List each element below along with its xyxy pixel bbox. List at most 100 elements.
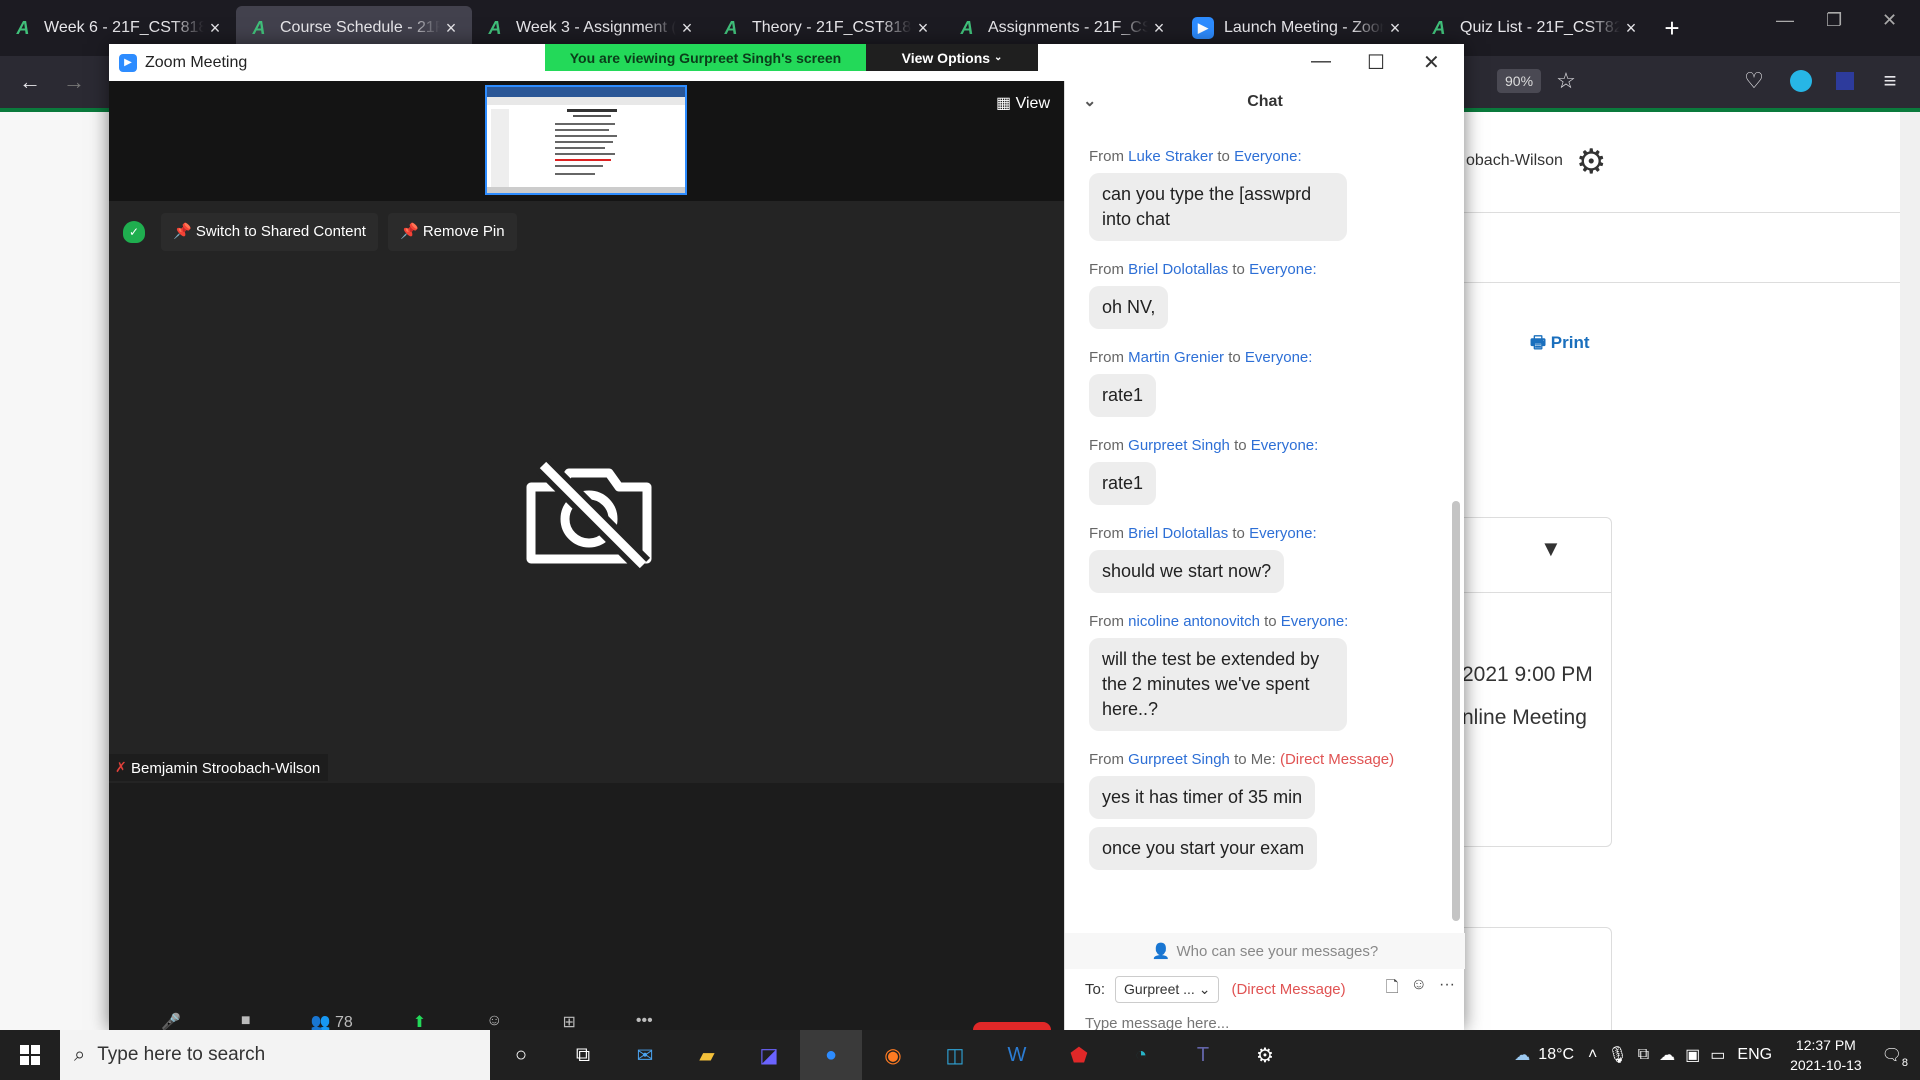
print-button[interactable]: 🖶 Print <box>1530 330 1590 359</box>
minimize-icon[interactable]: — <box>1776 10 1794 31</box>
cortana-icon[interactable]: ○ <box>490 1030 552 1080</box>
participants-button[interactable]: 👥 78 <box>311 1012 353 1031</box>
emoji-icon[interactable]: ☺ <box>1411 976 1427 1003</box>
close-tab-icon[interactable]: × <box>1620 18 1642 39</box>
message-bubble[interactable]: rate1 <box>1089 462 1157 505</box>
taskbar-search-box[interactable]: ⌕ Type here to search <box>60 1030 490 1080</box>
grid-icon: ▦ <box>996 95 1012 112</box>
zoom-app-icon[interactable]: ● <box>800 1030 862 1080</box>
more-icon[interactable]: ••• <box>636 1012 653 1030</box>
mcafee-icon[interactable]: ⬟ <box>1048 1030 1110 1080</box>
account-avatar-icon[interactable] <box>1790 70 1812 92</box>
chevron-down-icon[interactable]: ▼ <box>1540 536 1562 562</box>
sender-name[interactable]: Luke Straker <box>1128 148 1213 165</box>
zoom-minimize-icon[interactable]: — <box>1311 50 1331 73</box>
windows-logo-icon <box>20 1045 40 1065</box>
bookmark-star-icon[interactable]: ☆ <box>1544 68 1588 94</box>
firefox-icon[interactable]: ◉ <box>862 1030 924 1080</box>
weather-cloud-icon[interactable]: ☁ <box>1514 1045 1530 1065</box>
chevron-down-icon[interactable]: ⌄ <box>1083 91 1096 111</box>
printer-icon: 🖶 <box>1530 333 1547 352</box>
edge-icon[interactable]: ◔ <box>1110 1030 1172 1080</box>
message-bubble[interactable]: rate1 <box>1089 374 1157 417</box>
sender-name[interactable]: Briel Dolotallas <box>1128 525 1228 542</box>
zoom-level-badge[interactable]: 90% <box>1497 69 1542 93</box>
extension-icon[interactable] <box>1836 72 1854 90</box>
tray-chevron-icon[interactable]: ˄ <box>1588 1046 1597 1064</box>
message-bubble[interactable]: oh NV, <box>1089 286 1169 329</box>
word-icon[interactable]: W <box>986 1030 1048 1080</box>
task-view-icon[interactable]: ⧉ <box>552 1030 614 1080</box>
menu-icon[interactable]: ≡ <box>1868 68 1912 94</box>
message-bubble[interactable]: should we start now? <box>1089 550 1285 593</box>
view-options-button[interactable]: View Options ⌄ <box>866 44 1038 71</box>
teams-icon[interactable]: T <box>1172 1030 1234 1080</box>
virtualbox-icon[interactable]: ◫ <box>924 1030 986 1080</box>
close-tab-icon[interactable]: × <box>204 18 226 39</box>
message-sender-line: From nicoline antonovitch to Everyone: <box>1089 613 1439 630</box>
system-tray: ☁ 18°C ˄ 🎙 ⧉ ☁ ▣ ▭ ENG 12:37 PM 2021-10-… <box>1514 1030 1920 1080</box>
share-screen-icon[interactable]: ⬆ <box>413 1012 426 1031</box>
forward-arrow-icon[interactable]: → <box>52 69 96 95</box>
mail-icon[interactable]: ✉ <box>614 1030 676 1080</box>
more-options-icon[interactable]: ··· <box>1439 976 1455 1003</box>
language-indicator[interactable]: ENG <box>1737 1046 1772 1064</box>
file-explorer-icon[interactable]: ▰ <box>676 1030 738 1080</box>
message-bubble[interactable]: yes it has timer of 35 min <box>1089 776 1316 819</box>
battery-icon[interactable]: ▭ <box>1710 1045 1725 1065</box>
start-button[interactable] <box>0 1030 60 1080</box>
user-name[interactable]: obach-Wilson <box>1466 152 1563 170</box>
new-tab-button[interactable]: + <box>1652 13 1692 44</box>
chat-scrollbar[interactable] <box>1452 501 1460 921</box>
close-tab-icon[interactable]: × <box>440 18 462 39</box>
notifications-icon[interactable]: 🗨 8 <box>1882 1045 1908 1069</box>
zoom-close-icon[interactable]: ✕ <box>1423 50 1440 75</box>
display-icon[interactable]: ▣ <box>1685 1045 1700 1065</box>
tab-label: Quiz List - 21F_CST8207 <box>1460 19 1620 36</box>
zoom-maximize-icon[interactable]: ☐ <box>1367 50 1385 75</box>
recipient-label: Everyone: <box>1249 261 1317 278</box>
temperature[interactable]: 18°C <box>1538 1046 1574 1064</box>
security-shield-icon[interactable]: ✓ <box>123 221 145 243</box>
restore-icon[interactable]: ❐ <box>1826 10 1842 31</box>
page-scrollbar[interactable] <box>1900 112 1920 1030</box>
sender-name[interactable]: Martin Grenier <box>1128 349 1224 366</box>
settings-gear-icon[interactable]: ⚙ <box>1576 142 1606 182</box>
network-icon[interactable]: ⧉ <box>1638 1046 1649 1064</box>
who-can-see-link[interactable]: 👤 Who can see your messages? <box>1065 933 1465 969</box>
message-bubble[interactable]: can you type the [asswprd into chat <box>1089 173 1347 241</box>
recipient-label: Everyone: <box>1244 349 1313 366</box>
mute-icon[interactable]: 🎤 <box>161 1012 181 1031</box>
clock[interactable]: 12:37 PM 2021-10-13 <box>1790 1035 1862 1075</box>
pocket-icon[interactable]: ♡ <box>1732 68 1776 94</box>
switch-to-shared-content-button[interactable]: 📌 Switch to Shared Content <box>161 213 378 251</box>
remove-pin-button[interactable]: 📌 Remove Pin <box>387 213 517 251</box>
view-button[interactable]: ▦ View <box>996 93 1050 113</box>
settings-icon[interactable]: ⚙ <box>1234 1030 1296 1080</box>
recipient-dropdown[interactable]: Gurpreet ... ⌄ <box>1115 975 1220 1003</box>
microphone-icon[interactable]: 🎙 <box>1607 1045 1627 1065</box>
close-tab-icon[interactable]: × <box>912 18 934 39</box>
sender-name[interactable]: Briel Dolotallas <box>1128 261 1228 278</box>
video-icon[interactable]: ■ <box>241 1012 251 1030</box>
file-icon[interactable]: 🗋 <box>1386 976 1399 1003</box>
who-can-see-label: Who can see your messages? <box>1176 942 1379 960</box>
sender-name[interactable]: nicoline antonovitch <box>1128 613 1260 630</box>
app-icon[interactable]: ◪ <box>738 1030 800 1080</box>
apps-icon[interactable]: ⊞ <box>563 1012 576 1031</box>
back-arrow-icon[interactable]: ← <box>8 69 52 95</box>
sender-name[interactable]: Gurpreet Singh <box>1128 437 1230 454</box>
message-bubble[interactable]: will the test be extended by the 2 minut… <box>1089 638 1347 731</box>
close-tab-icon[interactable]: × <box>1148 18 1170 39</box>
close-tab-icon[interactable]: × <box>676 18 698 39</box>
shared-screen-thumbnail[interactable] <box>485 85 687 195</box>
reactions-icon[interactable]: ☺ <box>486 1012 502 1030</box>
sender-name[interactable]: Gurpreet Singh <box>1128 751 1230 768</box>
close-tab-icon[interactable]: × <box>1384 18 1406 39</box>
recipient-name: Gurpreet ... <box>1124 980 1195 997</box>
onedrive-icon[interactable]: ☁ <box>1659 1045 1675 1065</box>
from-word: From <box>1089 148 1124 165</box>
message-bubble[interactable]: once you start your exam <box>1089 827 1318 870</box>
chat-panel: ⌄ Chat From Luke Straker to Everyone: can… <box>1064 81 1465 1035</box>
close-window-icon[interactable]: ✕ <box>1882 10 1897 31</box>
